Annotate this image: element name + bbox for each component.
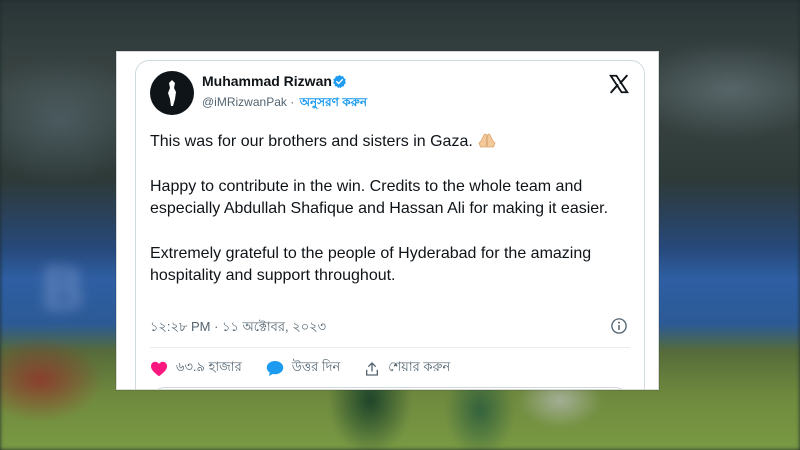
tweet-text: This was for our brothers and sisters in…: [150, 131, 638, 288]
tweet-paragraph-2: Happy to contribute in the win. Credits …: [150, 177, 609, 218]
handle-row: @iMRizwanPak · অনুসরণ করুন: [202, 94, 367, 114]
tweet-paragraph: This was for our brothers and sisters in…: [150, 131, 638, 154]
x-logo-icon[interactable]: [608, 73, 630, 95]
follow-link[interactable]: অনুসরণ করুন: [300, 95, 367, 109]
share-icon: [366, 361, 379, 376]
author-name[interactable]: Muhammad Rizwan: [202, 73, 332, 89]
action-bar: ৬৩.৯ হাজার উত্তর দিন শেয়ার করুন: [150, 358, 474, 379]
reply-label: উত্তর দিন: [291, 359, 341, 374]
handle-separator: ·: [290, 95, 295, 109]
reply-button[interactable]: উত্তর দিন: [266, 358, 341, 379]
author-handle[interactable]: @iMRizwanPak: [202, 95, 287, 109]
tweet-paragraph-1: This was for our brothers and sisters in…: [150, 133, 473, 150]
praying-hands-emoji: [478, 133, 496, 148]
like-button[interactable]: ৬৩.৯ হাজার: [150, 358, 242, 379]
verified-badge-icon: [333, 74, 346, 89]
reply-bubble-icon: [266, 361, 283, 376]
info-icon[interactable]: [610, 317, 628, 335]
divider: [150, 347, 630, 348]
avatar[interactable]: [150, 71, 194, 115]
tweet-screenshot-frame: Muhammad Rizwan @iMRizwanPak · অনুসরণ কর…: [116, 51, 659, 390]
like-count: ৬৩.৯ হাজার: [176, 359, 242, 374]
heart-icon: [151, 361, 167, 376]
tweet-paragraph-3: Extremely grateful to the people of Hyde…: [150, 244, 592, 285]
tweet-card: Muhammad Rizwan @iMRizwanPak · অনুসরণ কর…: [135, 60, 645, 389]
read-replies-button[interactable]: [150, 387, 630, 389]
avatar-silhouette-icon: [168, 80, 176, 106]
share-label: শেয়ার করুন: [388, 359, 451, 374]
background-blur-shape: B: [40, 255, 86, 325]
share-button[interactable]: শেয়ার করুন: [364, 358, 450, 379]
tweet-timestamp[interactable]: ১২:২৮ PM · ১১ অক্টোবর, ২০২৩: [150, 318, 326, 339]
